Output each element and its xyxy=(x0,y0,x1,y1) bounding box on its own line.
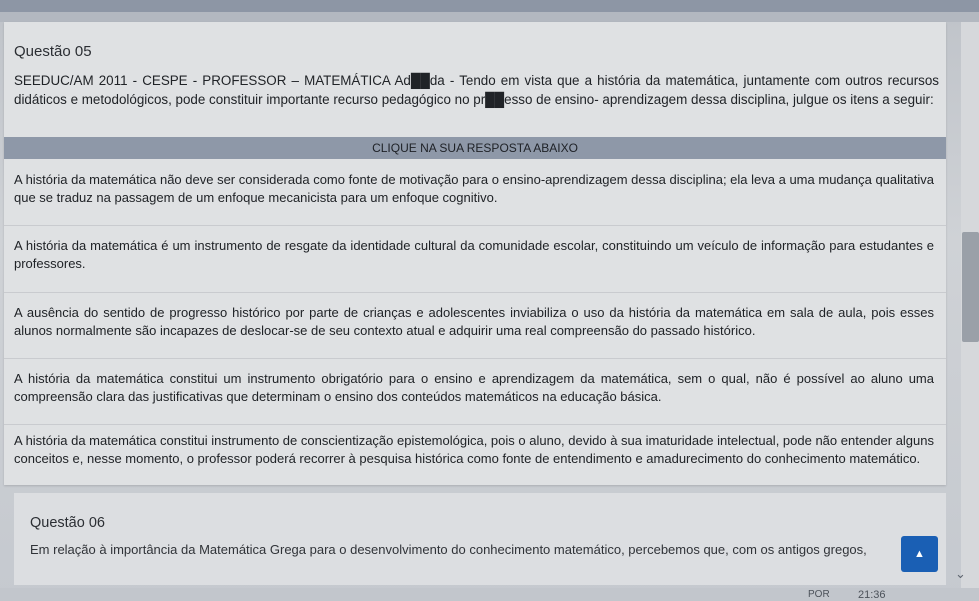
screen: Questão 05 SEEDUC/AM 2011 - CESPE - PROF… xyxy=(0,0,979,601)
answer-option-5[interactable]: A história da matemática constitui instr… xyxy=(4,424,946,485)
answer-option-1[interactable]: A história da matemática não deve ser co… xyxy=(4,159,946,226)
answer-option-3-text: A ausência do sentido de progresso histó… xyxy=(14,305,934,338)
scroll-to-top-button[interactable]: ▲ xyxy=(901,536,938,572)
browser-top-bar xyxy=(0,0,979,12)
answer-option-4[interactable]: A história da matemática constitui um in… xyxy=(4,358,946,425)
answer-option-3[interactable]: A ausência do sentido de progresso histó… xyxy=(4,292,946,359)
keyboard-language-indicator[interactable]: POR xyxy=(808,589,830,600)
answer-option-1-text: A história da matemática não deve ser co… xyxy=(14,172,934,205)
question-05-card: Questão 05 SEEDUC/AM 2011 - CESPE - PROF… xyxy=(4,22,946,485)
chevron-down-icon[interactable]: ⌄ xyxy=(955,566,966,582)
taskbar xyxy=(0,588,979,601)
question-06-title: Questão 06 xyxy=(30,515,105,531)
question-06-card: Questão 06 Em relação à importância da M… xyxy=(14,493,946,585)
page-top-strip xyxy=(0,12,979,22)
question-06-statement: Em relação à importância da Matemática G… xyxy=(30,542,867,557)
question-05-title: Questão 05 xyxy=(14,43,92,60)
taskbar-clock[interactable]: 21:36 xyxy=(858,589,886,601)
question-05-statement: SEEDUC/AM 2011 - CESPE - PROFESSOR – MAT… xyxy=(14,73,939,107)
answer-option-4-text: A história da matemática constitui um in… xyxy=(14,371,934,404)
caret-up-icon: ▲ xyxy=(914,548,925,560)
answer-instruction-bar: CLIQUE NA SUA RESPOSTA ABAIXO xyxy=(4,137,946,159)
scrollbar-thumb[interactable] xyxy=(962,232,979,342)
answer-option-2[interactable]: A história da matemática é um instrument… xyxy=(4,225,946,293)
answer-option-5-text: A história da matemática constitui instr… xyxy=(14,433,934,466)
answer-option-2-text: A história da matemática é um instrument… xyxy=(14,238,934,271)
